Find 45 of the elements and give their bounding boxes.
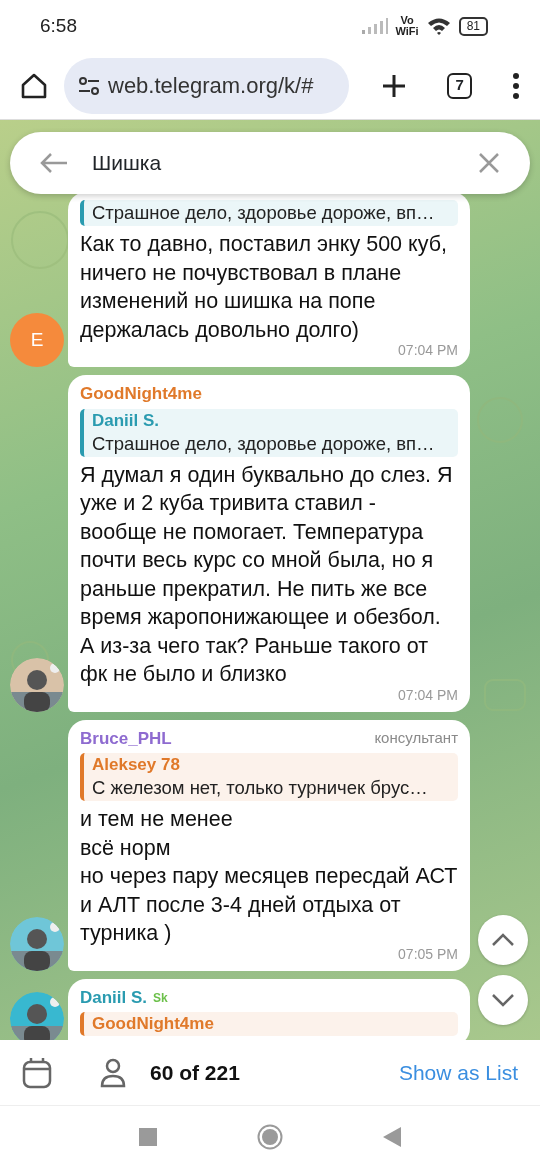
reply-text: Страшное дело, здоровье дороже, вп… bbox=[92, 431, 436, 456]
search-text: Шишка bbox=[92, 150, 163, 177]
menu-icon bbox=[512, 72, 520, 99]
reply-quote[interactable]: Daniil S. Страшное дело, здоровье дороже, вп… bbox=[80, 408, 458, 457]
scroll-up-button[interactable] bbox=[478, 915, 528, 965]
reply-author: GoodNight4me bbox=[92, 1013, 215, 1036]
message-text: Как то давно, поставил энку 500 куб, ничего не почувствовал в плане изменений но шишка на попе держалась довольно долго) bbox=[80, 231, 448, 344]
reply-author: Daniil S. bbox=[92, 409, 161, 432]
search-field[interactable]: Шишка bbox=[10, 132, 530, 194]
url-text: web.telegram.org/k/# bbox=[108, 72, 314, 100]
signal-icon bbox=[361, 18, 388, 34]
chevron-up-icon bbox=[491, 933, 515, 947]
site-settings-icon bbox=[78, 75, 100, 96]
chevron-down-icon bbox=[491, 993, 515, 1007]
sender-logo-text: Sk bbox=[153, 989, 168, 1007]
tab-count-button[interactable]: 7 bbox=[447, 72, 472, 99]
reply-author: Aleksey 78 bbox=[92, 754, 181, 777]
back-nav-button[interactable] bbox=[383, 1127, 401, 1147]
calendar-button[interactable] bbox=[22, 1056, 52, 1089]
back-icon[interactable] bbox=[40, 152, 68, 174]
scroll-down-button[interactable] bbox=[478, 975, 528, 1025]
calendar-icon bbox=[22, 1056, 52, 1089]
home-icon bbox=[20, 71, 48, 100]
message-time: 07:04 PM bbox=[397, 341, 458, 361]
person-icon bbox=[100, 1057, 126, 1088]
result-count: 60 of 221 bbox=[150, 1059, 240, 1086]
user-filter-button[interactable] bbox=[100, 1057, 126, 1088]
role-label: консультант bbox=[374, 728, 458, 749]
new-tab-button[interactable] bbox=[381, 72, 408, 99]
wifi-icon bbox=[426, 17, 451, 35]
reply-quote[interactable]: Aleksey 78 С железом нет, только турничек брус… bbox=[80, 753, 458, 802]
home-button[interactable] bbox=[20, 71, 48, 100]
home-nav-button[interactable] bbox=[257, 1124, 283, 1150]
reply-text: Страшное дело, здоровье дороже, вп… bbox=[92, 201, 436, 225]
reply-text: С железом нет, только турничек брус… bbox=[92, 776, 429, 801]
volte-label: Vo bbox=[400, 15, 414, 26]
plus-icon bbox=[381, 72, 408, 99]
clock: 6:58 bbox=[40, 13, 77, 38]
sender-name[interactable]: Bruce_PHL bbox=[80, 725, 172, 752]
reply-quote[interactable]: Страшное дело, здоровье дороже, вп… bbox=[80, 200, 458, 227]
volte-label: WiFi bbox=[395, 26, 419, 37]
address-bar[interactable]: web.telegram.org/k/# bbox=[64, 57, 350, 114]
menu-button[interactable] bbox=[512, 72, 520, 99]
battery-indicator: 81 bbox=[458, 16, 488, 36]
close-icon[interactable] bbox=[478, 152, 500, 174]
